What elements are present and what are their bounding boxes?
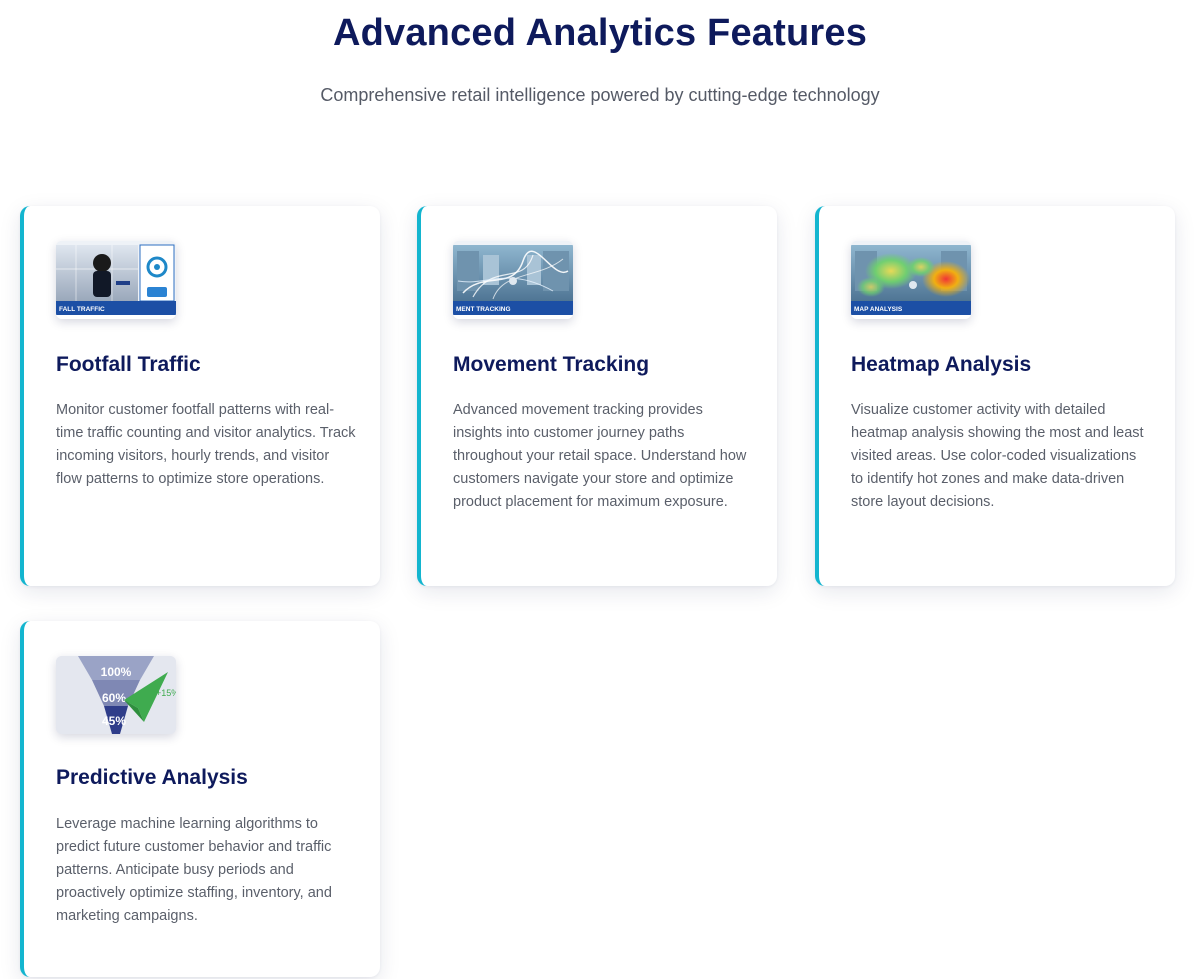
thumb-caption: MAP ANALYSIS <box>854 306 903 313</box>
page-title: Advanced Analytics Features <box>332 12 868 54</box>
funnel-thumbnail: 100% 60% 45% +15% <box>56 656 176 734</box>
heatmap-thumbnail: MAP ANALYSIS <box>851 241 971 319</box>
movement-thumbnail: MENT TRACKING <box>453 241 573 319</box>
feature-card-heatmap[interactable]: MAP ANALYSIS Heatmap Analysis Visualize … <box>815 206 1175 586</box>
card-description: Monitor customer footfall patterns with … <box>56 402 356 487</box>
card-title: Predictive Analysis <box>56 766 248 789</box>
funnel-label-bottom: 45% <box>102 714 126 728</box>
page-subtitle: Comprehensive retail intelligence powere… <box>320 85 880 105</box>
card-description: Advanced movement tracking provides insi… <box>453 402 747 510</box>
funnel-label-middle: 60% <box>102 691 126 705</box>
card-title: Footfall Traffic <box>56 353 201 376</box>
features-section: Advanced Analytics Features Comprehensiv… <box>0 0 1200 979</box>
growth-label: +15% <box>156 688 176 698</box>
feature-card-footfall[interactable]: FALL TRAFFIC Footfall Traffic Monitor cu… <box>20 206 380 586</box>
feature-card-predictive[interactable]: 100% 60% 45% +15% Predictive Analysis Le… <box>20 621 380 977</box>
footfall-thumbnail: FALL TRAFFIC <box>56 241 176 319</box>
thumb-caption: FALL TRAFFIC <box>59 306 105 313</box>
card-title: Heatmap Analysis <box>851 353 1032 376</box>
card-title: Movement Tracking <box>453 353 650 376</box>
funnel-label-top: 100% <box>101 665 132 679</box>
thumb-caption: MENT TRACKING <box>456 306 511 313</box>
feature-card-movement[interactable]: MENT TRACKING Movement Tracking Advanced… <box>417 206 777 586</box>
card-description: Leverage machine learning algorithms to … <box>56 816 332 924</box>
card-description: Visualize customer activity with detaile… <box>851 402 1144 510</box>
